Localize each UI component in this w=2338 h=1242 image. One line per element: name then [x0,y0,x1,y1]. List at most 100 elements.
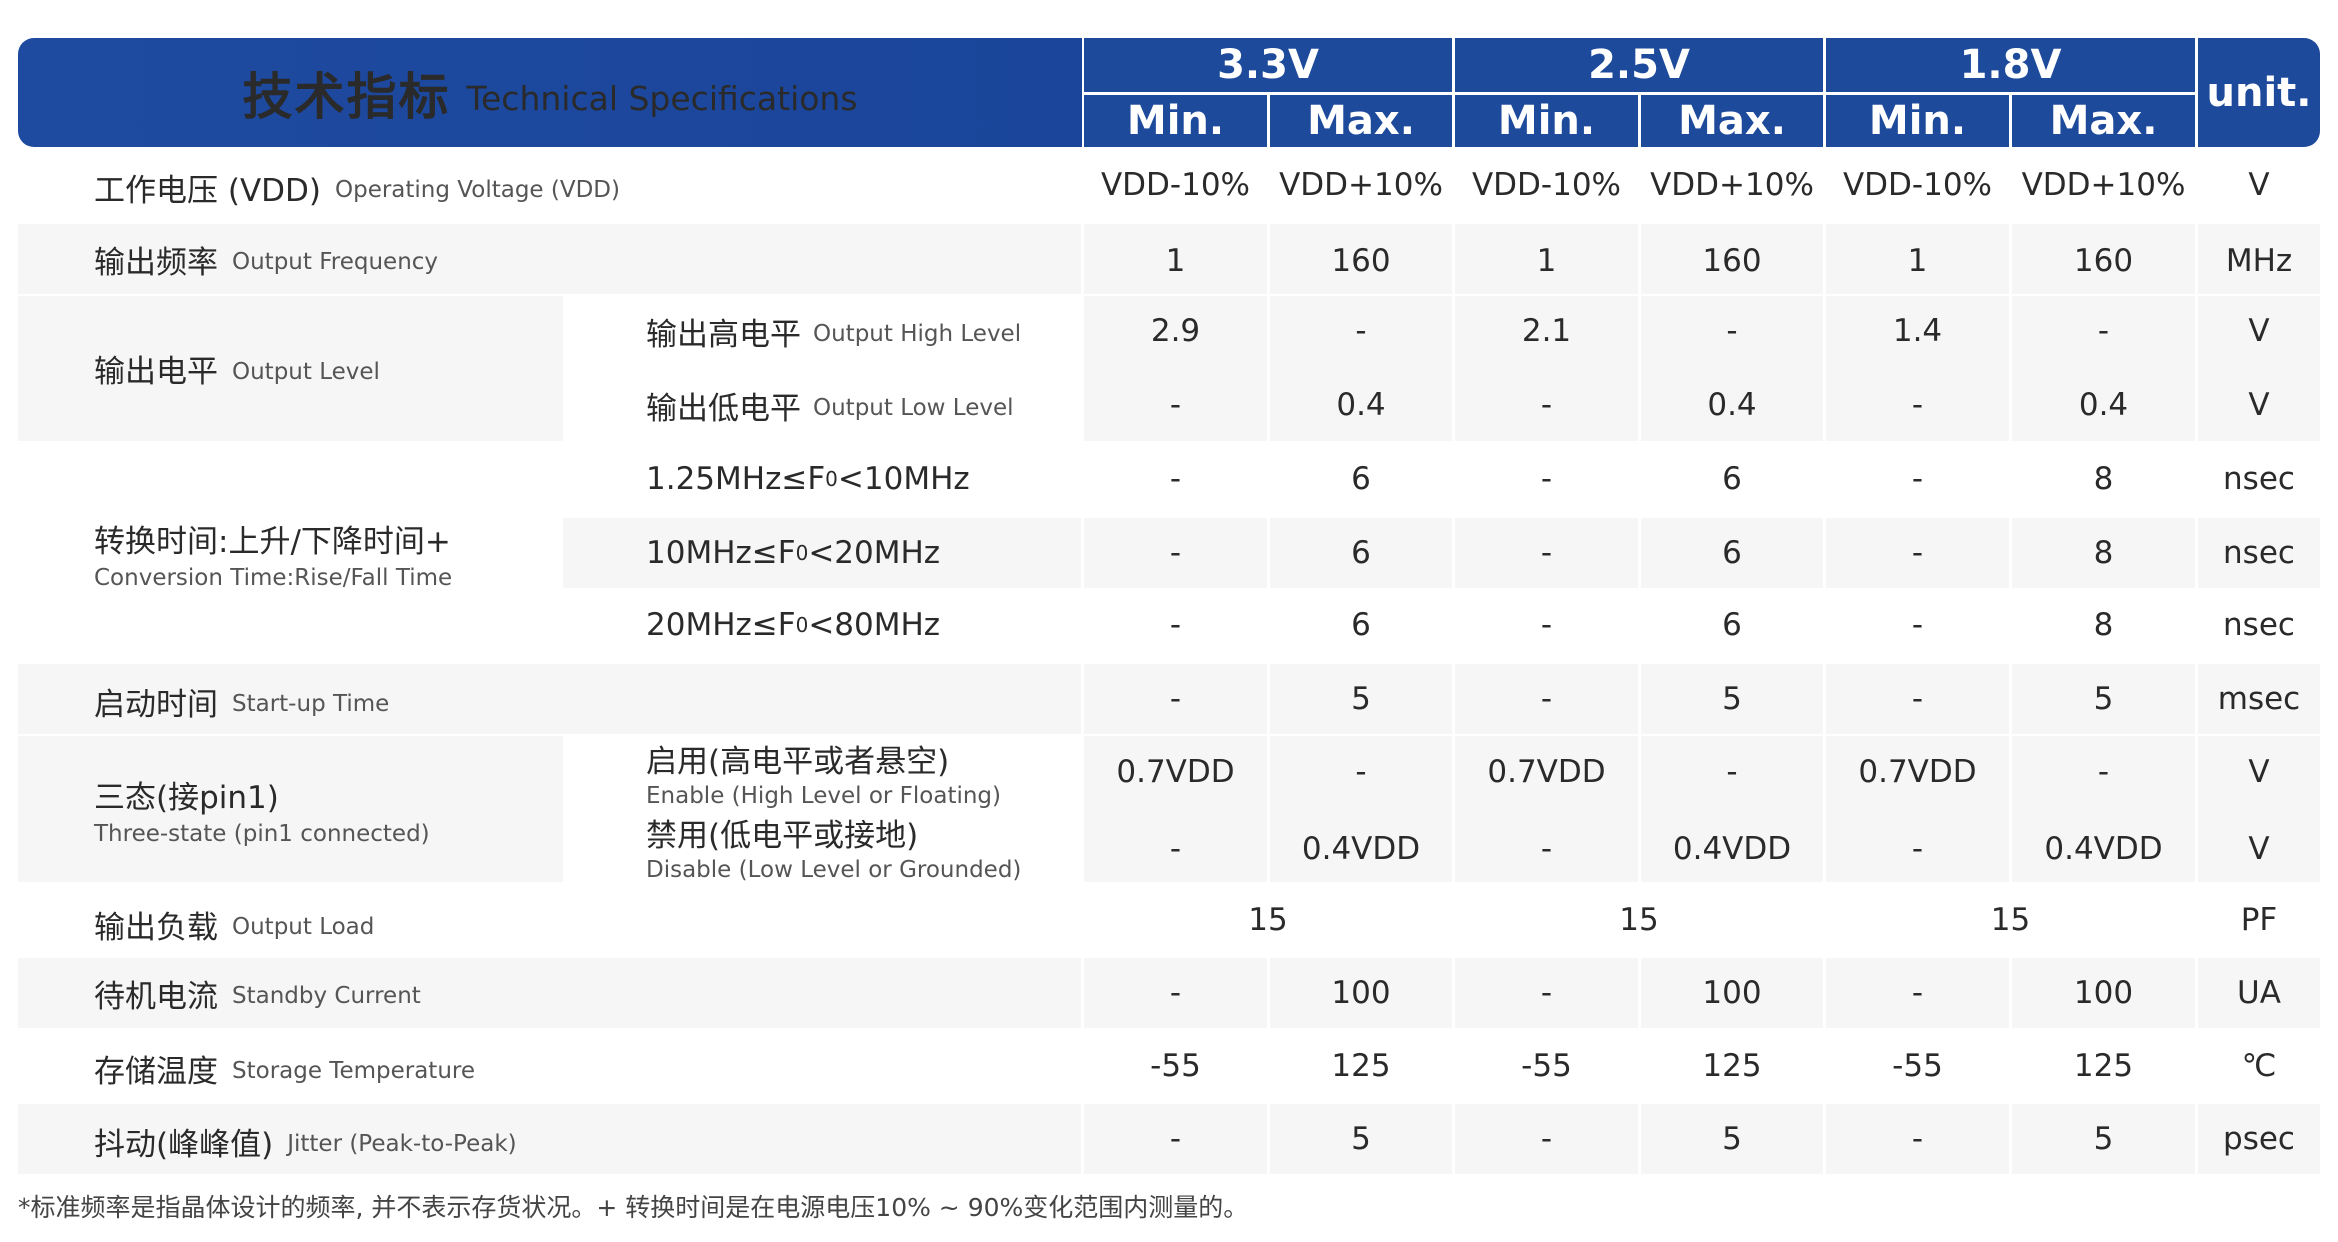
cell-high-min-3v3: 2.9 [1150,313,1201,349]
label-en: Output Level [232,358,380,385]
label-en: Start-up Time [232,691,390,717]
label-en: Output Load [232,914,375,940]
cell-disable-min-1v8: - [1911,831,1924,867]
cell-enable-max-2v5: - [1726,754,1738,790]
cell-conv2-unit: nsec [2198,518,2320,588]
label-part: 10MHz≤F [646,535,796,571]
cell-disable-max-3v3: 0.4VDD [1301,831,1421,867]
max-header-2v5: Max. [1641,95,1823,147]
cell-vdd-min-1v8: VDD-10% [1842,167,1993,203]
cell-jitter-max-2v5: 5 [1722,1121,1742,1157]
cell-high-max-3v3: - [1355,313,1367,349]
cell-conv2-max-2v5: 6 [1641,518,1823,588]
cell-conv1-min-2v5: - [1540,461,1553,497]
label-zh: 启用(高电平或者悬空) [646,743,950,780]
cell-storage-unit: ℃ [2241,1048,2277,1084]
cell-conv1-max-2v5: 6 [1722,461,1742,497]
cell-disable-min-3v3: - [1169,831,1182,867]
cell-enable-unit: V [2248,754,2270,790]
cell-standby-min-3v3: - [1169,975,1182,1011]
label-en: Operating Voltage (VDD) [335,177,620,203]
cell-high-max-1v8: - [2097,313,2110,349]
cell-high-unit: V [2248,313,2270,349]
cell-startup-min-2v5: - [1540,681,1553,717]
cell-conv1-max-3v3: 6 [1351,461,1371,497]
label-part: 1.25MHz≤F [646,461,826,497]
cell-disable-min-2v5: - [1540,831,1553,867]
cell-load-3v3: 15 [1248,902,1288,938]
label-en: Standby Current [232,983,421,1009]
sub-label-conv-2: 10MHz≤F 0 <20MHz [626,518,1076,588]
label-zh: 禁用(低电平或接地) [646,817,919,854]
cell-freq-max-3v3: 160 [1331,243,1391,279]
cell-conv3-max-2v5: 6 [1722,607,1742,643]
label-zh: 输出频率 [94,244,218,281]
label-en: Three-state (pin1 connected) [94,820,430,847]
cell-conv3-max-3v3: 6 [1351,607,1371,643]
row-label-storage: 存储温度 Storage Temperature [18,1030,1078,1106]
cell-startup-max-1v8: 5 [2093,681,2114,717]
min-header-1v8: Min. [1826,95,2009,147]
title-en: Technical Specifications [466,79,858,118]
cell-low-max-3v3: 0.4 [1336,387,1386,423]
label-zh: 输出电平 [94,354,218,390]
cell-enable-min-3v3: 0.7VDD [1116,754,1235,790]
cell-jitter-min-2v5: - [1540,1121,1553,1157]
cell-storage-min-2v5: -55 [1521,1048,1572,1084]
row-label-level: 输出电平 Output Level [18,296,563,441]
max-header-1v8: Max. [2012,95,2195,147]
label-en: Output Low Level [813,395,1014,421]
label-zh: 待机电流 [94,978,218,1015]
cell-low-min-3v3: - [1169,387,1182,423]
max-header-3v3: Max. [1270,95,1452,147]
label-zh: 启动时间 [94,686,218,723]
label-en: Output High Level [813,321,1022,347]
cell-freq-min-3v3: 1 [1165,243,1186,279]
cell-freq-max-1v8: 160 [2073,243,2134,279]
cell-conv2-min-3v3: - [1084,518,1267,588]
label-subscript: 0 [795,541,809,565]
sub-label-disable: 禁用(低电平或接地) Disable (Low Level or Grounde… [626,810,1076,883]
voltage-header-2v5: 2.5V [1455,38,1823,92]
cell-freq-max-2v5: 160 [1702,243,1762,279]
cell-conv1-min-3v3: - [1169,461,1182,497]
voltage-header-3v3: 3.3V [1084,38,1452,92]
cell-standby-max-3v3: 100 [1331,975,1391,1011]
label-zh: 三态(接pin1) [94,779,279,816]
title-zh: 技术指标 [242,67,451,126]
sub-label-enable: 启用(高电平或者悬空) Enable (High Level or Floati… [626,736,1076,809]
label-part: 20MHz≤F [646,607,796,643]
label-zh: 存储温度 [94,1053,218,1090]
cell-conv3-unit: nsec [2223,607,2295,643]
cell-low-min-2v5: - [1540,387,1553,423]
cell-enable-max-3v3: - [1355,754,1367,790]
cell-freq-min-1v8: 1 [1907,243,1928,279]
footnote: *标准频率是指晶体设计的频率, 并不表示存货状况。+ 转换时间是在电源电压10%… [18,1193,1249,1222]
cell-standby-min-1v8: - [1911,975,1924,1011]
cell-standby-max-1v8: 100 [2073,975,2134,1011]
row-label-tristate: 三态(接pin1) Three-state (pin1 connected) [18,736,563,882]
cell-vdd-min-2v5: VDD-10% [1471,167,1622,203]
cell-freq-min-2v5: 1 [1536,243,1557,279]
sub-label-conv-1: 1.25MHz≤F 0 <10MHz [626,444,1076,514]
label-zh: 抖动(峰峰值) [94,1126,274,1163]
cell-vdd-unit: V [2248,167,2270,203]
cell-conv3-min-2v5: - [1540,607,1553,643]
cell-conv1-unit: nsec [2223,461,2295,497]
cell-conv3-min-1v8: - [1911,607,1924,643]
cell-storage-min-3v3: -55 [1150,1048,1201,1084]
label-zh: 转换时间:上升/下降时间+ [94,523,451,560]
cell-conv2-max-3v3: 6 [1270,518,1452,588]
cell-low-min-1v8: - [1911,387,1924,423]
cell-vdd-max-1v8: VDD+10% [2021,167,2186,203]
cell-storage-max-1v8: 125 [2073,1048,2134,1084]
label-en: Storage Temperature [232,1058,475,1084]
label-part: <10MHz [837,461,970,497]
cell-disable-unit: V [2248,831,2270,867]
min-header-2v5: Min. [1455,95,1638,147]
cell-standby-unit: UA [2237,975,2281,1011]
unit-header: unit. [2198,38,2320,147]
voltage-header-1v8: 1.8V [1826,38,2195,92]
label-en: Enable (High Level or Floating) [646,782,1002,809]
label-zh: 工作电压 (VDD) [94,172,321,209]
